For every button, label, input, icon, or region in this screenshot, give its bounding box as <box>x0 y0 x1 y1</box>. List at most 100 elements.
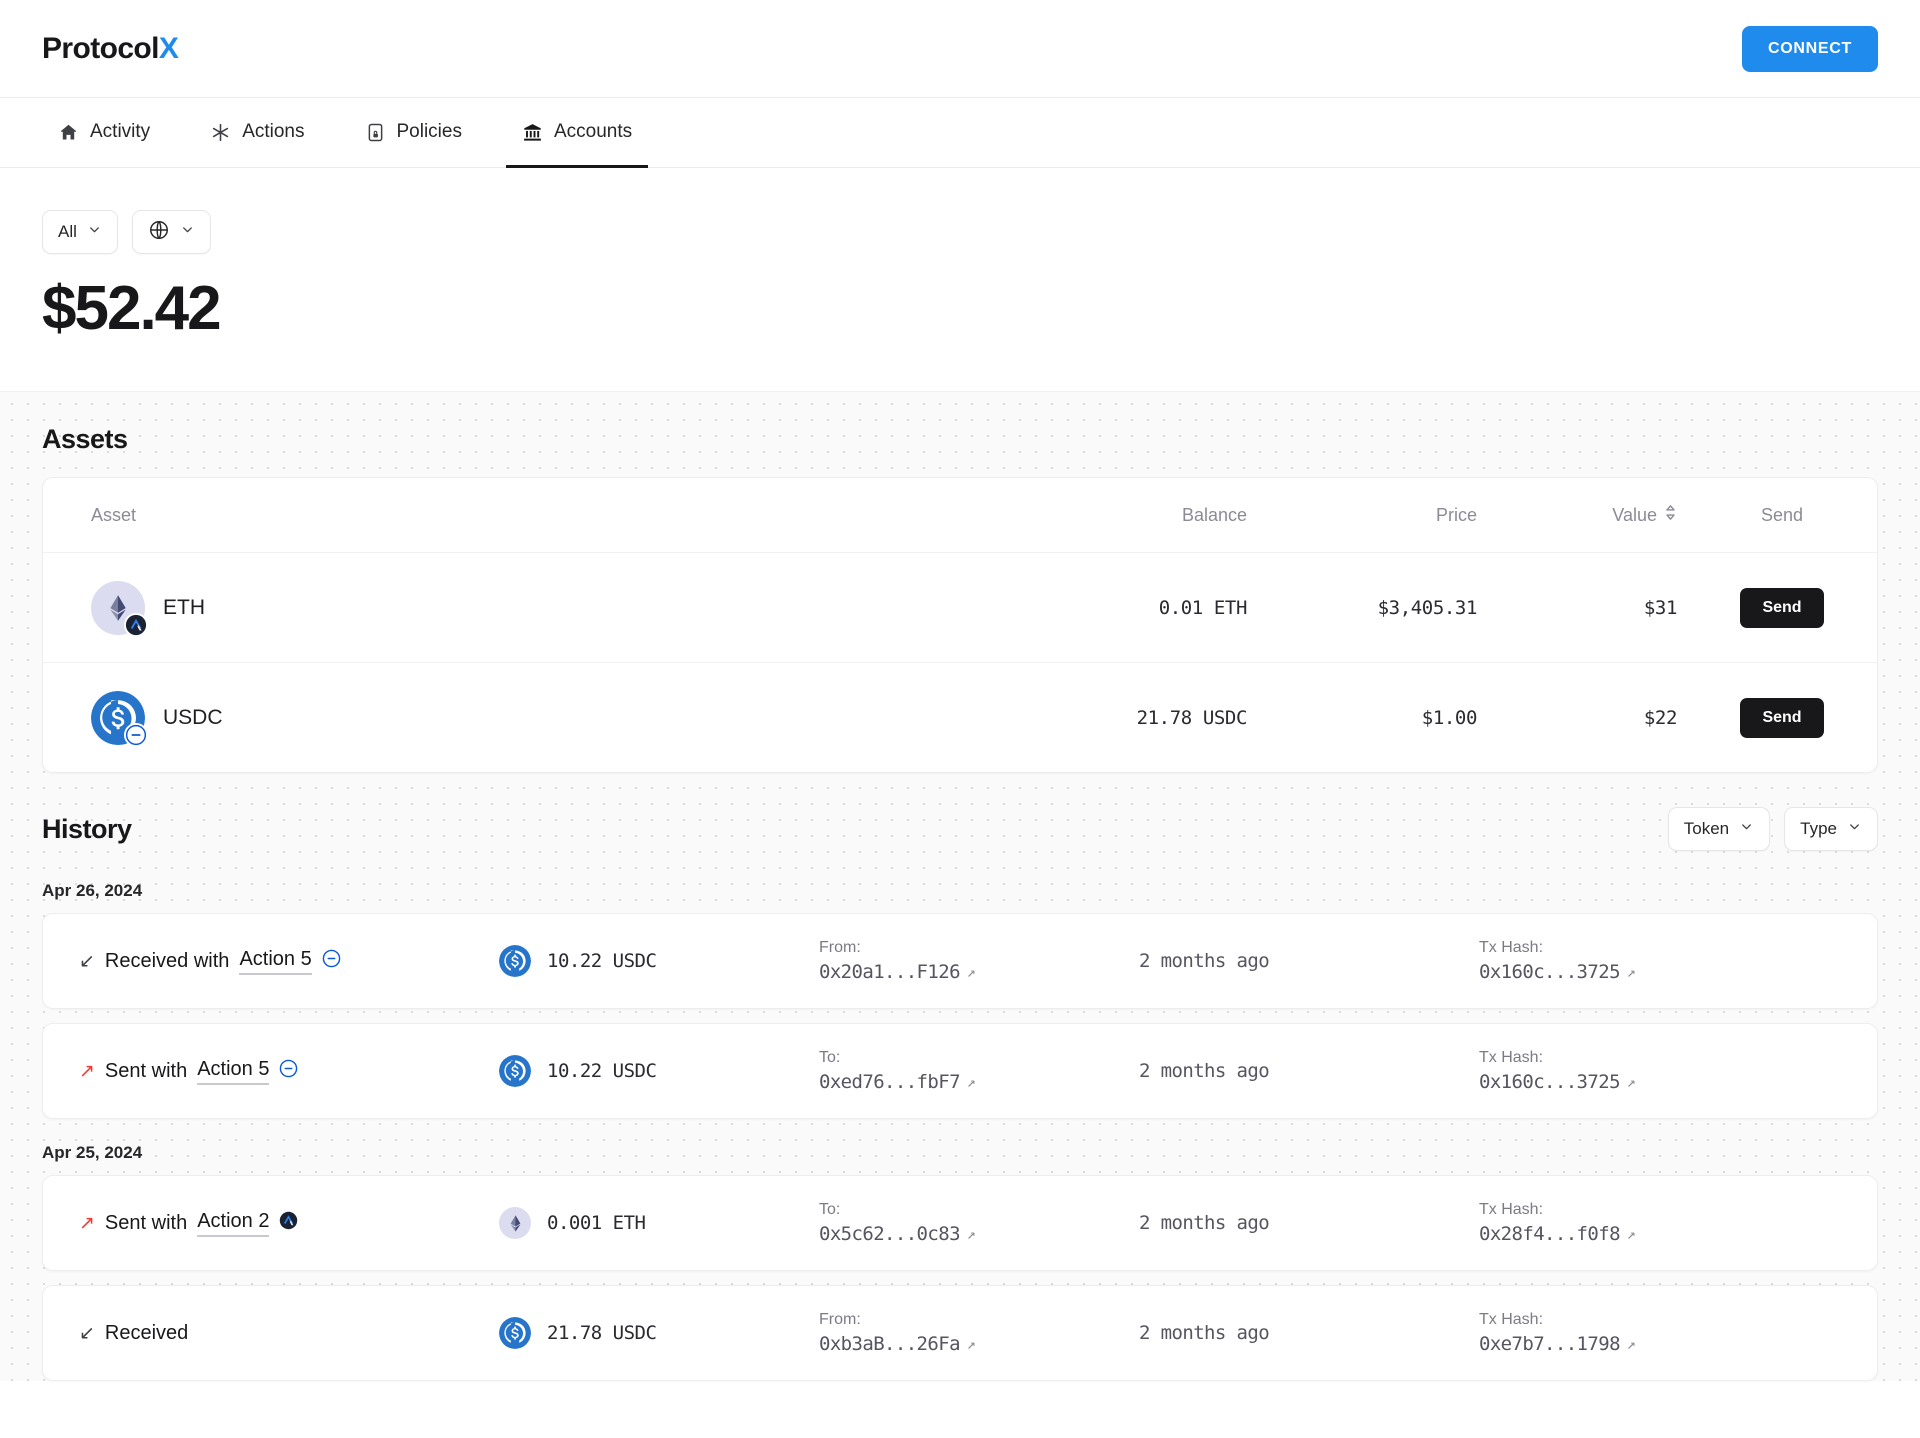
brand-logo[interactable]: ProtocolX <box>42 31 179 65</box>
action-link[interactable]: Action 2 <box>197 1210 270 1237</box>
list-item[interactable]: ↗ Sent with Action 2 0.001 ETH To: 0x5c6… <box>42 1175 1878 1272</box>
send-button[interactable]: Send <box>1740 587 1824 628</box>
token-filter-dropdown[interactable]: Token <box>1667 807 1771 852</box>
column-header-value[interactable]: Value <box>1487 504 1687 526</box>
base-icon <box>322 949 341 974</box>
home-icon <box>58 122 79 143</box>
ethereum-icon <box>91 580 148 637</box>
external-link-icon: ↗ <box>966 1225 976 1244</box>
send-button[interactable]: Send <box>1740 697 1824 738</box>
tx-hash-link[interactable]: 0x160c...3725 ↗ <box>1479 1071 1636 1094</box>
counterparty-label: From: <box>819 1311 861 1329</box>
list-item[interactable]: ↗ Sent with Action 5 10.22 USDC To: 0xed… <box>42 1023 1878 1120</box>
asterisk-icon <box>210 122 231 143</box>
history-filters: Token Type <box>1667 807 1878 852</box>
amount-text: 10.22 USDC <box>547 950 657 973</box>
arbitrum-icon <box>124 612 148 637</box>
token-filter-label: Token <box>1683 819 1730 839</box>
tx-hash-value: 0x160c...3725 <box>1479 961 1621 984</box>
tab-actions[interactable]: Actions <box>194 99 320 168</box>
column-header-send: Send <box>1760 504 1804 525</box>
counterparty-address: 0xed76...fbF7 <box>819 1071 961 1094</box>
list-item[interactable]: ↙ Received with Action 5 10.22 USDC From… <box>42 913 1878 1010</box>
tx-hash-block: Tx Hash: 0x160c...3725 ↗ <box>1479 1049 1841 1093</box>
brand-accent-letter: X <box>158 31 179 65</box>
counterparty-address-link[interactable]: 0xed76...fbF7 ↗ <box>819 1071 976 1094</box>
tx-hash-link[interactable]: 0x28f4...f0f8 ↗ <box>1479 1223 1636 1246</box>
amount-text: 21.78 USDC <box>547 1322 657 1345</box>
tx-hash-label: Tx Hash: <box>1479 1201 1544 1219</box>
arrow-up-right-icon: ↗ <box>79 1212 95 1234</box>
tab-actions-label: Actions <box>242 121 305 142</box>
direction-text: Sent with <box>104 1211 188 1234</box>
type-filter-dropdown[interactable]: Type <box>1784 807 1878 852</box>
top-bar: ProtocolX CONNECT <box>0 0 1920 98</box>
counterparty-address-link[interactable]: 0x5c62...0c83 ↗ <box>819 1223 976 1245</box>
table-row[interactable]: USDC 21.78 USDC $1.00 $22 Send <box>43 662 1877 772</box>
bank-icon <box>522 122 543 143</box>
counterparty-block: To: 0x5c62...0c83 ↗ <box>819 1201 1139 1245</box>
external-link-icon: ↗ <box>966 963 976 982</box>
transaction-direction: ↗ Sent with Action 2 <box>79 1210 499 1237</box>
transaction-time: 2 months ago <box>1139 950 1270 973</box>
tx-hash-value: 0xe7b7...1798 <box>1479 1333 1621 1356</box>
table-row[interactable]: ETH 0.01 ETH $3,405.31 $31 Send <box>43 552 1877 662</box>
network-filter-dropdown[interactable] <box>131 210 211 254</box>
tx-hash-label: Tx Hash: <box>1479 1311 1544 1329</box>
counterparty-block: From: 0xb3aB...26Fa ↗ <box>819 1311 1139 1355</box>
asset-send-cell: Send <box>1687 587 1877 628</box>
assets-table: Asset Balance Price Value Send ETH 0.01 … <box>42 477 1878 774</box>
asset-symbol: USDC <box>163 705 223 729</box>
transaction-amount: 0.001 ETH <box>499 1207 819 1240</box>
usdc-icon <box>499 945 531 978</box>
external-link-icon: ↗ <box>1626 1335 1636 1354</box>
counterparty-address: 0x20a1...F126 <box>819 961 961 984</box>
chevron-down-icon <box>1739 819 1754 839</box>
connect-button[interactable]: CONNECT <box>1741 25 1878 72</box>
transaction-direction: ↙ Received with Action 5 <box>79 948 499 975</box>
tab-accounts[interactable]: Accounts <box>505 99 649 168</box>
base-icon <box>279 1059 298 1084</box>
account-filter-dropdown[interactable]: All <box>42 210 118 254</box>
transaction-amount: 10.22 USDC <box>499 1055 819 1088</box>
chevron-down-icon <box>180 222 195 242</box>
counterparty-address-link[interactable]: 0xb3aB...26Fa ↗ <box>819 1333 976 1355</box>
account-filter-label: All <box>58 222 77 241</box>
usdc-icon <box>91 690 148 747</box>
external-link-icon: ↗ <box>966 1073 976 1092</box>
counterparty-block: From: 0x20a1...F126 ↗ <box>819 939 1139 983</box>
arrow-up-right-icon: ↗ <box>79 1060 95 1082</box>
tx-hash-value: 0x160c...3725 <box>1479 1071 1621 1094</box>
tx-hash-link[interactable]: 0xe7b7...1798 ↗ <box>1479 1333 1636 1356</box>
tx-hash-link[interactable]: 0x160c...3725 ↗ <box>1479 961 1636 984</box>
action-link[interactable]: Action 5 <box>239 948 312 975</box>
asset-value: $31 <box>1643 596 1678 619</box>
direction-text: Sent with <box>104 1059 188 1082</box>
external-link-icon: ↗ <box>1626 1073 1636 1092</box>
arrow-down-left-icon: ↙ <box>79 1322 95 1344</box>
transaction-direction: ↙ Received <box>79 1322 499 1345</box>
total-balance-amount: $52.42 <box>42 274 222 343</box>
direction-text: Received with <box>104 949 230 972</box>
action-link[interactable]: Action 5 <box>197 1058 270 1085</box>
counterparty-address-link[interactable]: 0x20a1...F126 ↗ <box>819 961 976 984</box>
tx-hash-value: 0x28f4...f0f8 <box>1479 1223 1621 1246</box>
arrow-down-left-icon: ↙ <box>79 950 95 972</box>
tx-hash-label: Tx Hash: <box>1479 1049 1544 1067</box>
list-item[interactable]: ↙ Received 21.78 USDC From: 0xb3aB...26F… <box>42 1285 1878 1382</box>
asset-symbol: ETH <box>163 595 205 619</box>
transaction-time: 2 months ago <box>1139 1322 1270 1345</box>
external-link-icon: ↗ <box>1626 963 1636 982</box>
counterparty-label: To: <box>819 1049 841 1067</box>
tx-hash-block: Tx Hash: 0xe7b7...1798 ↗ <box>1479 1311 1841 1355</box>
tab-policies[interactable]: Policies <box>349 99 478 168</box>
tab-accounts-label: Accounts <box>553 121 633 142</box>
external-link-icon: ↗ <box>1626 1225 1636 1244</box>
tab-activity[interactable]: Activity <box>42 99 166 168</box>
transaction-direction: ↗ Sent with Action 5 <box>79 1058 499 1085</box>
base-icon <box>124 722 148 747</box>
asset-balance: 0.01 ETH <box>1158 596 1248 619</box>
counterparty-block: To: 0xed76...fbF7 ↗ <box>819 1049 1139 1093</box>
asset-send-cell: Send <box>1687 697 1877 738</box>
asset-identity-cell: ETH <box>43 580 1027 637</box>
